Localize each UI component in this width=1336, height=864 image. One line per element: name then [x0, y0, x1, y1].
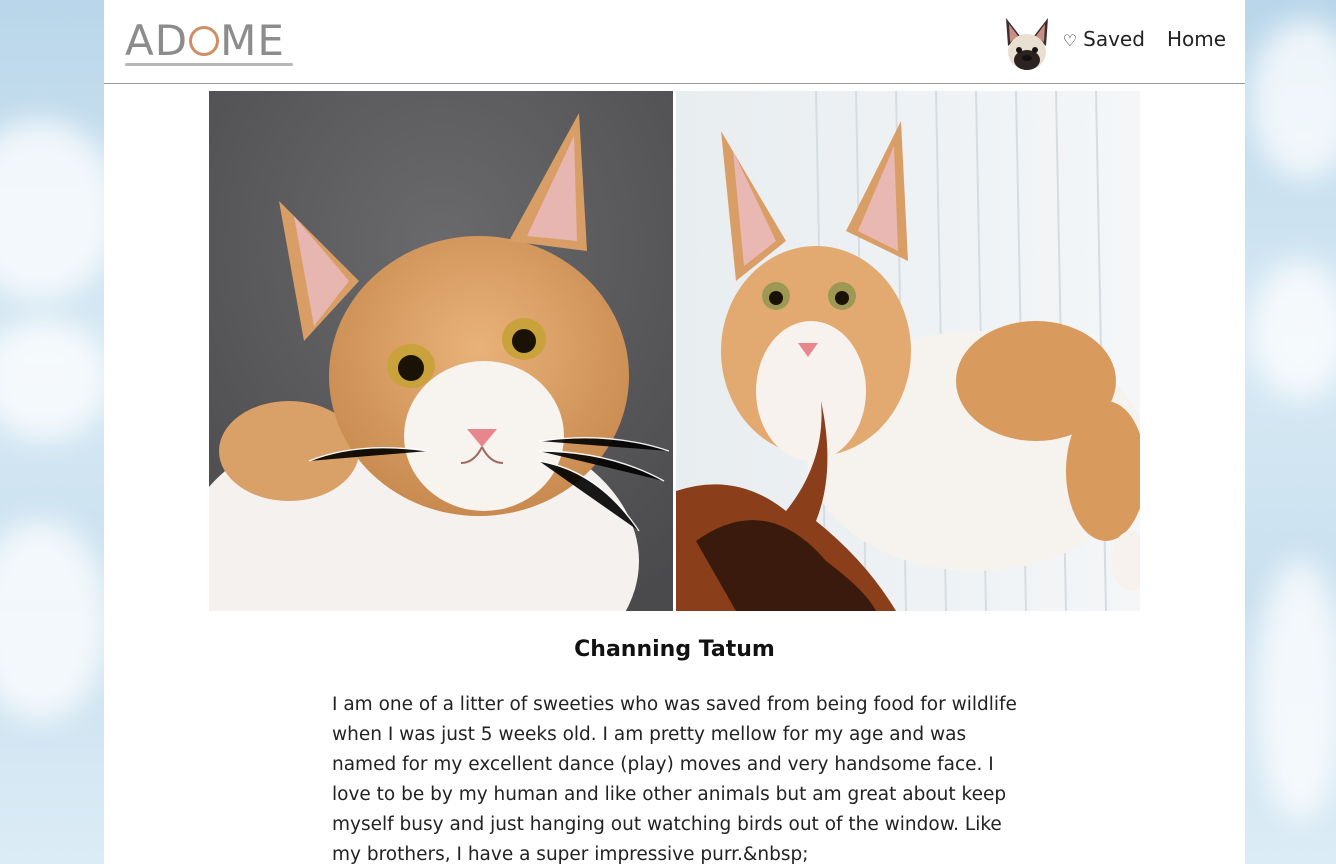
page-container: AD ME ♡ Saved Home Channing Tatum I am o… — [104, 0, 1245, 864]
pet-name-heading: Channing Tatum — [574, 636, 775, 662]
brand-logo[interactable]: AD ME — [125, 16, 295, 66]
background-cloud — [1250, 260, 1336, 400]
home-link[interactable]: Home — [1167, 27, 1226, 51]
background-cloud — [1250, 20, 1336, 180]
saved-label: Saved — [1083, 27, 1145, 51]
background-cloud — [0, 520, 110, 720]
background-cloud — [1255, 560, 1336, 820]
dog-avatar-icon[interactable] — [1000, 16, 1054, 72]
background-cloud — [0, 120, 120, 300]
paw-circle-icon — [189, 25, 220, 56]
saved-link[interactable]: ♡ Saved — [1063, 27, 1145, 51]
heart-outline-icon: ♡ — [1062, 31, 1078, 50]
logo-underline — [125, 63, 293, 66]
background-cloud — [0, 320, 110, 440]
site-header: AD ME ♡ Saved Home — [104, 0, 1245, 84]
main-nav: ♡ Saved Home — [1063, 27, 1226, 51]
pet-photo-2[interactable] — [676, 91, 1140, 611]
pet-bio: I am one of a litter of sweeties who was… — [332, 693, 1017, 864]
pet-photo-gallery — [209, 91, 1140, 611]
logo-text: AD ME — [125, 16, 285, 65]
pet-photo-1[interactable] — [209, 91, 673, 611]
